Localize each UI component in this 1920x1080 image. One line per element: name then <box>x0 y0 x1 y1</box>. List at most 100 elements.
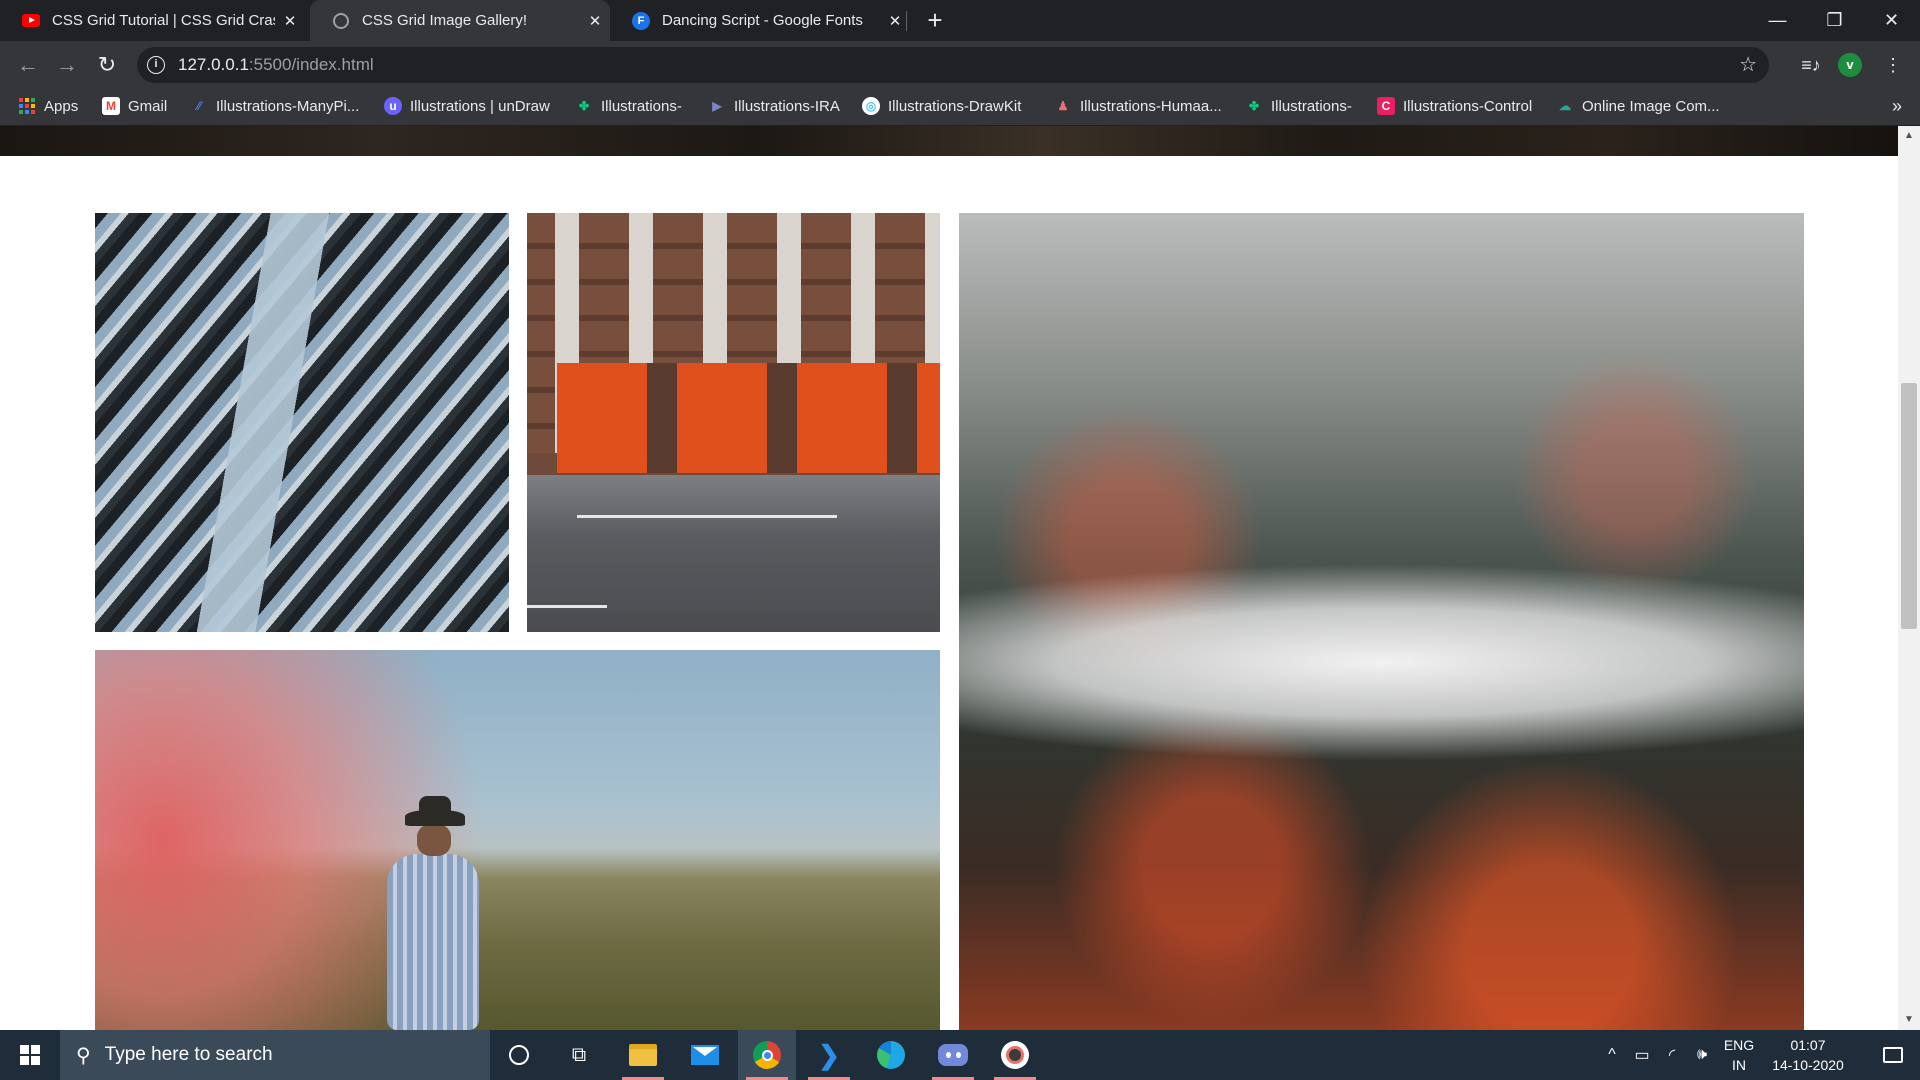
discord-button[interactable] <box>924 1030 982 1080</box>
bookmark-label: Illustrations- <box>1271 97 1352 115</box>
start-button[interactable] <box>0 1030 60 1080</box>
close-tab-icon[interactable]: ✕ <box>580 12 610 30</box>
bookmark-label: Illustrations- <box>601 97 682 115</box>
address-url[interactable]: 127.0.0.1:5500/index.html <box>178 55 374 75</box>
tab-title: CSS Grid Image Gallery! <box>362 12 528 29</box>
man-body <box>387 854 479 1030</box>
bookmark-label: Apps <box>44 97 79 115</box>
bookmark-illustrations-figma-1[interactable]: ✤ Illustrations- <box>575 88 682 124</box>
gmail-icon: M <box>102 97 120 115</box>
cortana-icon <box>509 1045 529 1065</box>
edge-button[interactable] <box>862 1030 920 1080</box>
bookmark-label: Illustrations-DrawKit <box>888 97 1022 115</box>
address-bar[interactable]: i 127.0.0.1:5500/index.html ☆ <box>137 47 1769 83</box>
bookmark-label: Illustrations | unDraw <box>410 97 550 115</box>
bookmark-star-icon[interactable]: ☆ <box>1739 52 1757 77</box>
bookmark-label: Illustrations-Humaa... <box>1080 97 1222 115</box>
scrollbar-thumb[interactable] <box>1901 383 1917 629</box>
bookmark-image-compressor[interactable]: ☁ Online Image Com... <box>1556 88 1720 124</box>
mail-icon <box>691 1045 719 1065</box>
tab-css-grid-tutorial[interactable]: CSS Grid Tutorial | CSS Grid Crash Cours… <box>0 0 305 41</box>
close-window-button[interactable]: ✕ <box>1863 0 1920 41</box>
red-smoke-man-image <box>95 650 940 1030</box>
bookmark-drawkit[interactable]: ◎ Illustrations-DrawKit <box>862 88 1021 124</box>
youtube-icon <box>22 12 40 30</box>
file-explorer-icon <box>629 1044 657 1066</box>
bookmarks-overflow-icon[interactable]: » <box>1892 96 1902 117</box>
search-icon: ⚲ <box>76 1044 91 1067</box>
url-path: :5500/index.html <box>248 55 374 74</box>
search-placeholder: Type here to search <box>104 1044 273 1065</box>
language-code: ENG <box>1723 1037 1755 1053</box>
page-scrollbar[interactable]: ▲ ▼ <box>1898 126 1920 1030</box>
forest-clouds-image <box>959 213 1804 1030</box>
chrome-button[interactable] <box>738 1030 796 1080</box>
new-tab-button[interactable]: + <box>920 6 950 36</box>
task-view-icon: ⧉ <box>571 1043 587 1066</box>
man-head <box>417 824 451 856</box>
bookmark-gmail[interactable]: M Gmail <box>102 88 167 124</box>
url-host: 127.0.0.1 <box>178 55 249 74</box>
obs-button[interactable] <box>986 1030 1044 1080</box>
bookmark-undraw[interactable]: u Illustrations | unDraw <box>384 88 550 124</box>
fire-station-doors <box>557 363 940 473</box>
back-arrow-icon[interactable]: ← <box>12 49 44 81</box>
close-tab-icon[interactable]: ✕ <box>275 12 305 30</box>
globe-icon <box>332 12 350 30</box>
chrome-menu-icon[interactable]: ⋮ <box>1877 49 1909 81</box>
mail-button[interactable] <box>676 1030 734 1080</box>
hero-image-strip <box>0 126 1898 156</box>
image-compressor-icon: ☁ <box>1559 99 1571 113</box>
bookmark-apps[interactable]: Apps <box>18 88 78 124</box>
bookmark-ira[interactable]: ▶ Illustrations-IRA <box>708 88 840 124</box>
clock[interactable]: 01:07 14-10-2020 <box>1762 1035 1854 1075</box>
ira-icon: ▶ <box>712 99 722 113</box>
profile-avatar[interactable]: v <box>1838 53 1862 77</box>
media-control-icon[interactable]: ≡♪ <box>1795 49 1827 81</box>
discord-icon <box>938 1044 968 1066</box>
clock-time: 01:07 <box>1790 1037 1826 1053</box>
language-indicator[interactable]: ENG IN <box>1716 1035 1762 1075</box>
control-icon: C <box>1377 97 1395 115</box>
scroll-down-arrow-icon[interactable]: ▼ <box>1898 1012 1920 1028</box>
page-viewport <box>0 126 1920 1030</box>
task-view-button[interactable]: ⧉ <box>550 1030 608 1080</box>
tab-dancing-script[interactable]: F Dancing Script - Google Fonts ✕ <box>610 0 910 41</box>
tab-title: CSS Grid Tutorial | CSS Grid Crash Cours… <box>52 12 275 29</box>
reload-icon[interactable]: ↻ <box>91 49 123 81</box>
bookmark-manypixels[interactable]: ⁄⁄ Illustrations-ManyPi... <box>190 88 359 124</box>
bookmark-control[interactable]: C Illustrations-Control <box>1377 88 1532 124</box>
clock-date: 14-10-2020 <box>1772 1057 1844 1073</box>
restore-button[interactable]: ❐ <box>1806 0 1863 41</box>
scroll-up-arrow-icon[interactable]: ▲ <box>1898 128 1920 144</box>
forward-arrow-icon[interactable]: → <box>51 49 83 81</box>
fire-station-image <box>527 213 940 632</box>
apps-grid-icon <box>18 97 36 115</box>
humaaans-icon: ♟ <box>1057 99 1069 113</box>
site-info-icon[interactable]: i <box>147 56 165 74</box>
figma-icon: ✤ <box>578 99 590 113</box>
bookmark-humaaans[interactable]: ♟ Illustrations-Humaa... <box>1054 88 1222 124</box>
show-hidden-icons-button[interactable]: ^ <box>1598 1030 1626 1080</box>
minimize-button[interactable]: — <box>1749 0 1806 41</box>
file-explorer-button[interactable] <box>614 1030 672 1080</box>
road-marking <box>527 605 607 608</box>
cortana-button[interactable] <box>490 1030 548 1080</box>
volume-icon[interactable]: 🕪 <box>1688 1030 1716 1080</box>
tab-css-grid-image-gallery[interactable]: CSS Grid Image Gallery! ✕ <box>310 0 610 41</box>
bookmark-label: Gmail <box>128 97 168 115</box>
taskbar-search-box[interactable]: ⚲ Type here to search <box>60 1030 490 1080</box>
road <box>527 475 940 632</box>
browser-toolbar: ← → ↻ i 127.0.0.1:5500/index.html ☆ ≡♪ v… <box>0 41 1920 88</box>
bookmark-illustrations-figma-2[interactable]: ✤ Illustrations- <box>1245 88 1352 124</box>
man-figure <box>375 796 490 1030</box>
undraw-icon: u <box>384 97 402 115</box>
browser-tab-strip: CSS Grid Tutorial | CSS Grid Crash Cours… <box>0 0 1920 41</box>
battery-icon[interactable]: ▭ <box>1628 1030 1656 1080</box>
vscode-button[interactable]: ❯ <box>800 1030 858 1080</box>
wifi-icon[interactable]: ◜ <box>1658 1030 1686 1080</box>
tab-separator <box>906 11 907 31</box>
hat <box>405 796 465 826</box>
notifications-button[interactable] <box>1866 1030 1920 1080</box>
tab-title: Dancing Script - Google Fonts <box>662 12 863 29</box>
